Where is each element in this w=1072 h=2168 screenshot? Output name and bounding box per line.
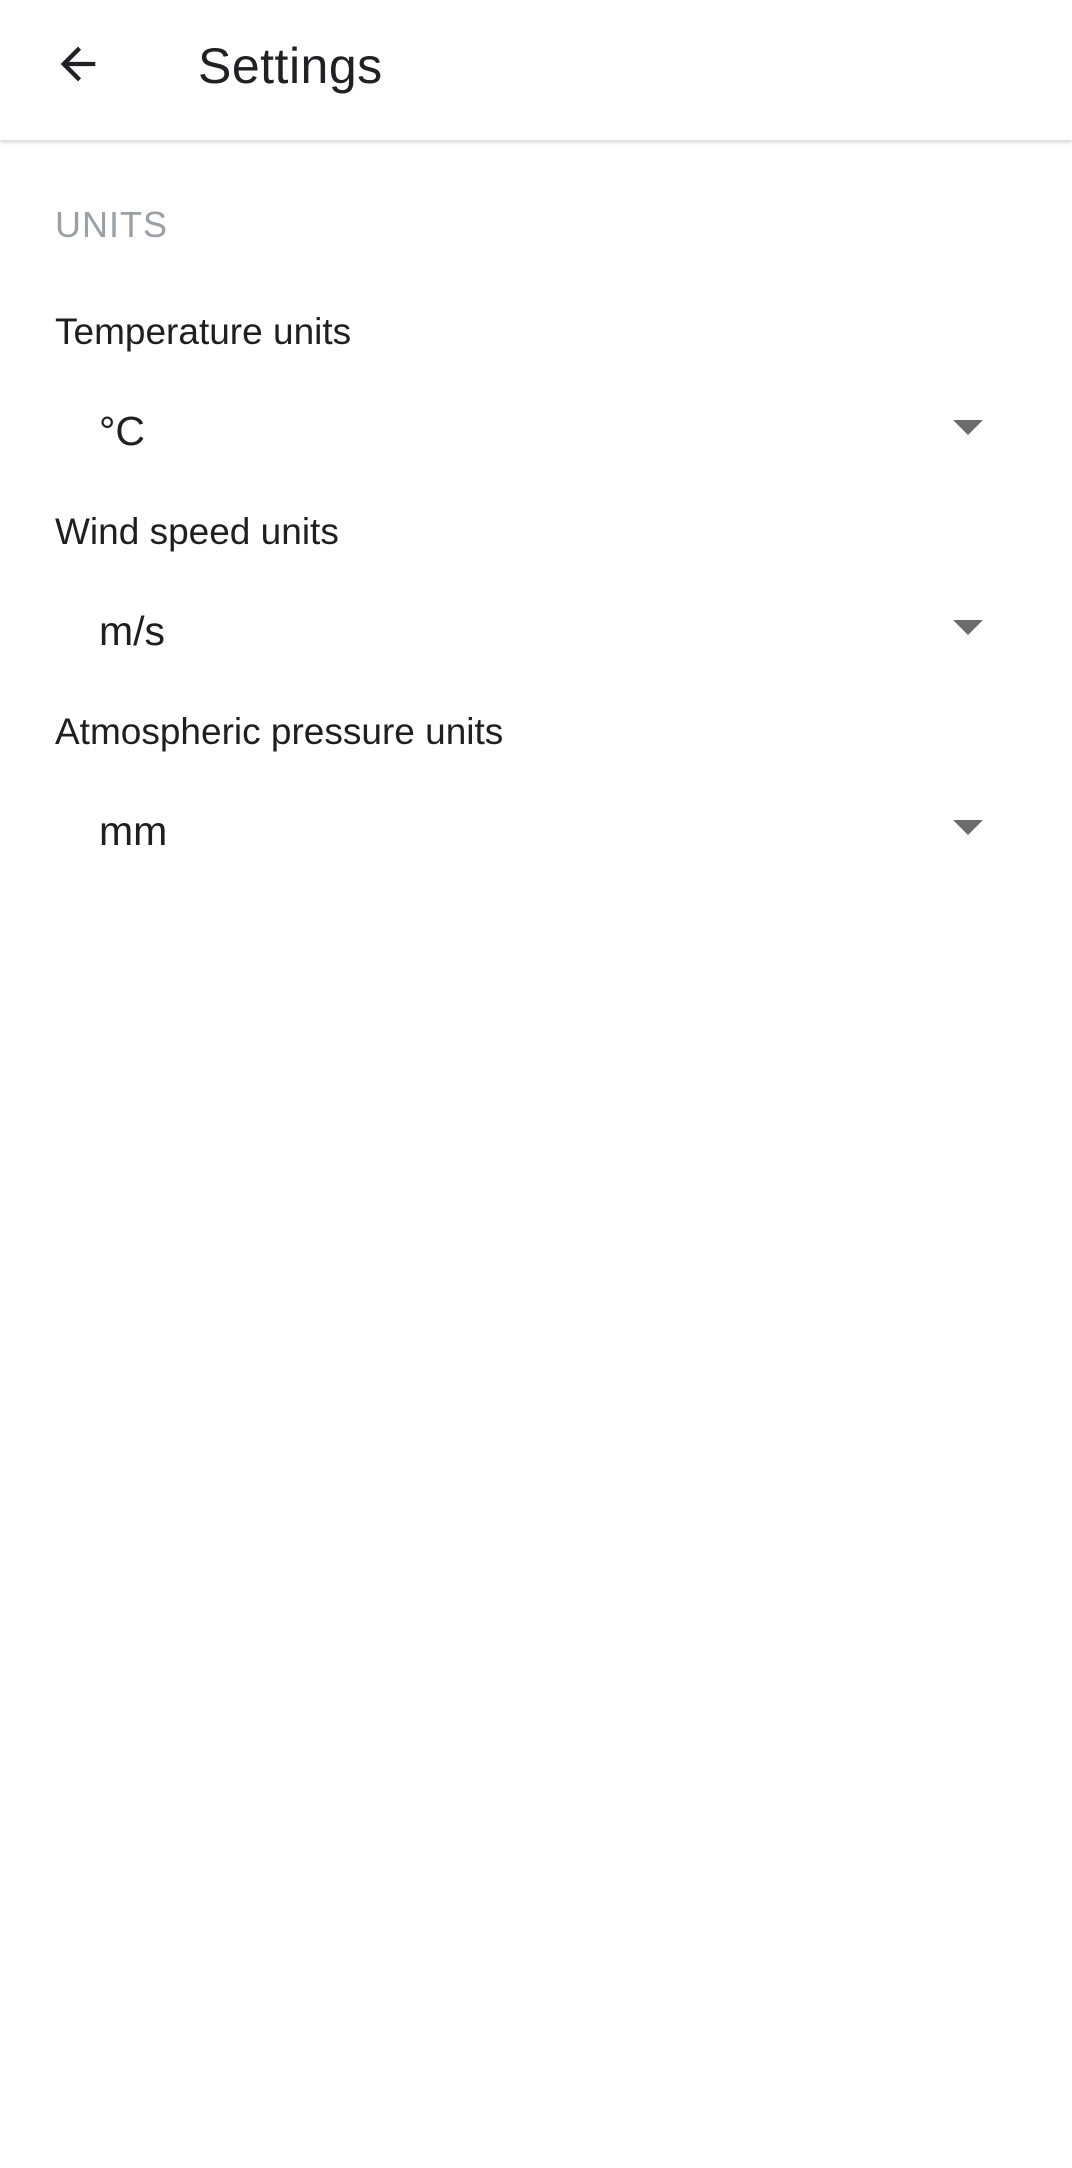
- dropdown-arrow-icon: [953, 620, 983, 635]
- temperature-units-dropdown[interactable]: °C: [55, 376, 1013, 486]
- dropdown-arrow-icon: [953, 820, 983, 835]
- pressure-units-dropdown[interactable]: mm: [55, 776, 1013, 886]
- section-header-units: UNITS: [55, 204, 168, 245]
- pressure-units-value: mm: [99, 808, 168, 854]
- dropdown-arrow-icon: [953, 420, 983, 435]
- app-bar: Settings: [0, 0, 1072, 140]
- wind-speed-units-dropdown[interactable]: m/s: [55, 576, 1013, 686]
- pressure-units-label: Atmospheric pressure units: [55, 711, 504, 752]
- wind-speed-units-value: m/s: [99, 608, 166, 654]
- page-title: Settings: [198, 38, 383, 94]
- arrow-back-icon: [60, 46, 96, 82]
- temperature-units-value: °C: [99, 408, 146, 454]
- temperature-units-label: Temperature units: [55, 311, 352, 352]
- wind-speed-units-label: Wind speed units: [55, 511, 339, 552]
- back-button[interactable]: [33, 19, 123, 109]
